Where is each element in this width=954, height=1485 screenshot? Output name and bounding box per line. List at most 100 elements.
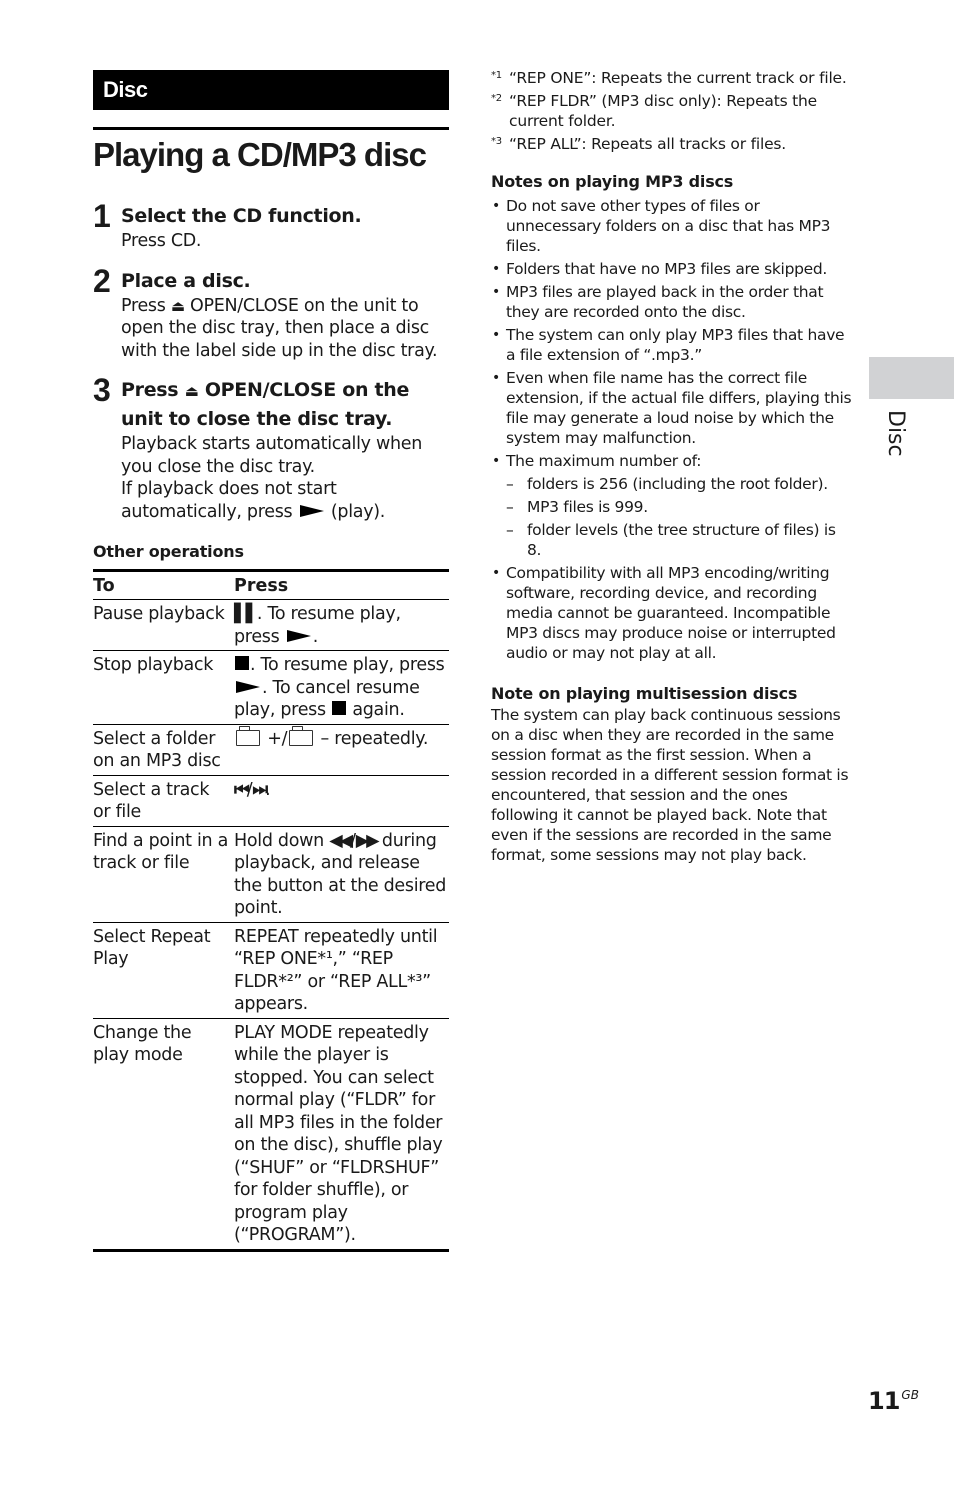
stop-icon xyxy=(235,656,249,670)
text: MP3 files is 999. xyxy=(527,498,648,516)
bullet-icon: • xyxy=(492,284,500,300)
cell-to: Select a folder on an MP3 disc xyxy=(93,728,221,772)
cell-to: Change the play mode xyxy=(93,1022,192,1066)
page-number: 11 GB xyxy=(868,1380,919,1416)
text: Hold down xyxy=(234,830,330,851)
step-2: 2 Place a disc. Press ⏏ OPEN/CLOSE on th… xyxy=(93,263,449,363)
text: – repeatedly. xyxy=(315,728,429,749)
list-item: • Even when file name has the correct fil… xyxy=(491,368,853,448)
side-tab-text: Disc xyxy=(883,410,908,457)
cell-press: +/ – repeatedly. xyxy=(234,724,449,775)
table-row: Select a track or file ⏮/⏭. xyxy=(93,775,449,826)
folder-icon xyxy=(289,725,314,746)
other-operations-title: Other operations xyxy=(93,542,244,561)
text: . xyxy=(265,779,271,800)
fast-forward-icon: ▶▶ xyxy=(355,830,380,851)
folder-icon xyxy=(236,725,260,746)
dash-icon: – xyxy=(506,498,514,516)
text: (play). xyxy=(325,501,386,522)
right-column: *1 “REP ONE”: Repeats the current track o… xyxy=(491,68,853,865)
footnote-text: “REP ONE”: Repeats the current track or … xyxy=(509,69,847,87)
text: The maximum number of: xyxy=(506,452,702,470)
dash-icon: – xyxy=(506,521,514,539)
list-item: • The system can only play MP3 files that… xyxy=(491,325,853,365)
cell-press: Hold down ◀◀/▶▶ during playback, and rel… xyxy=(234,826,449,922)
text: Do not save other types of files or unne… xyxy=(506,197,831,255)
footnote-text: “REP ALL”: Repeats all tracks or files. xyxy=(509,135,787,153)
footnote: *2 “REP FLDR” (MP3 disc only): Repeats th… xyxy=(491,91,853,131)
step-heading: Select the CD function. xyxy=(121,205,362,227)
text: Compatibility with all MP3 encoding/writ… xyxy=(506,564,836,662)
list-item: • Folders that have no MP3 files are skip… xyxy=(491,259,853,279)
rewind-icon: ◀◀ xyxy=(329,830,353,851)
step-body: Press ⏏ OPEN/CLOSE on the unit to open t… xyxy=(121,295,449,363)
cell-to: Pause playback xyxy=(93,604,225,624)
eject-icon: ⏏ xyxy=(184,382,199,400)
text: again. xyxy=(347,700,405,720)
table-row: Pause playback ▌▌. To resume play, press… xyxy=(93,600,449,651)
column-header-press: Press xyxy=(234,576,289,596)
text: +/ xyxy=(262,728,288,749)
notes-mp3-title: Notes on playing MP3 discs xyxy=(491,172,734,191)
step-body: Playback starts automatically when you c… xyxy=(121,433,449,523)
dash-icon: – xyxy=(506,475,514,493)
next-track-icon: ⏭ xyxy=(252,779,268,800)
text: Folders that have no MP3 files are skipp… xyxy=(506,260,828,278)
multisession-title: Note on playing multisession discs xyxy=(491,684,798,703)
table-header-row: To Press xyxy=(93,571,449,600)
play-icon xyxy=(286,629,311,642)
text: Even when file name has the correct file… xyxy=(506,369,852,447)
play-icon xyxy=(236,680,260,693)
cell-to: Stop playback xyxy=(93,655,214,675)
list-item: • Compatibility with all MP3 encoding/wri… xyxy=(491,563,853,663)
text: MP3 files are played back in the order t… xyxy=(506,283,824,321)
text: Playback starts automatically when you c… xyxy=(121,434,423,477)
play-icon xyxy=(299,504,324,517)
cell-press: . To resume play, press . To cancel resu… xyxy=(234,651,449,725)
cell-to: Select a track or file xyxy=(93,779,210,823)
cell-press: ▌▌. To resume play, press . xyxy=(234,600,449,651)
stop-icon xyxy=(332,701,347,715)
text: folders is 256 (including the root folde… xyxy=(527,475,828,493)
text: . To resume play, press xyxy=(250,655,445,675)
step-body: Press CD. xyxy=(121,231,202,251)
table-row: Change the play mode PLAY MODE repeatedl… xyxy=(93,1018,449,1250)
text: Press xyxy=(121,379,185,401)
step-heading: Press ⏏ OPEN/CLOSE on the unit to close … xyxy=(121,376,449,433)
footnote-mark: *3 xyxy=(491,136,502,147)
page-title: Playing a CD/MP3 disc xyxy=(93,136,427,173)
page-number-value: 11 xyxy=(868,1387,900,1415)
title-rule xyxy=(93,127,449,130)
table-row: Stop playback . To resume play, press . … xyxy=(93,651,449,725)
list-item: • Do not save other types of files or unn… xyxy=(491,196,853,256)
bullet-icon: • xyxy=(492,370,500,386)
column-header-to: To xyxy=(93,576,115,596)
previous-track-icon: ⏮ xyxy=(234,779,250,800)
step-3: 3 Press ⏏ OPEN/CLOSE on the unit to clos… xyxy=(93,372,449,523)
multisession-body: The system can play back continuous sess… xyxy=(491,706,849,864)
footnote-text: “REP FLDR” (MP3 disc only): Repeats the … xyxy=(509,92,818,130)
section-header: Disc xyxy=(93,70,449,110)
text: The system can only play MP3 files that … xyxy=(506,326,845,364)
pause-icon: ▌▌ xyxy=(234,604,259,624)
cell-press: ⏮/⏭. xyxy=(234,775,449,826)
step-number: 3 xyxy=(93,372,111,408)
bullet-icon: • xyxy=(492,327,500,343)
bullet-icon: • xyxy=(492,565,500,581)
operations-table: To Press Pause playback ▌▌. To resume pl… xyxy=(93,569,449,1252)
text: . xyxy=(312,626,319,647)
cell-press: REPEAT repeatedly until “REP ONE*¹,” “RE… xyxy=(234,926,438,1015)
cell-press: PLAY MODE repeatedly while the player is… xyxy=(234,1022,443,1246)
text: Press xyxy=(121,295,171,316)
cell-to: Find a point in a track or file xyxy=(93,830,229,874)
sub-list-item: – MP3 files is 999. xyxy=(491,497,853,517)
bullet-icon: • xyxy=(492,198,500,214)
footnote-mark: *2 xyxy=(491,93,502,104)
text: If playback does not start automatically… xyxy=(121,478,449,523)
sub-list-item: – folders is 256 (including the root fold… xyxy=(491,474,853,494)
list-item: • MP3 files are played back in the order … xyxy=(491,282,853,322)
list-item: • The maximum number of: xyxy=(491,451,853,471)
step-1: 1 Select the CD function. Press CD. xyxy=(93,198,449,253)
table-row: Select a folder on an MP3 disc +/ – repe… xyxy=(93,724,449,775)
page-suffix: GB xyxy=(901,1388,919,1402)
